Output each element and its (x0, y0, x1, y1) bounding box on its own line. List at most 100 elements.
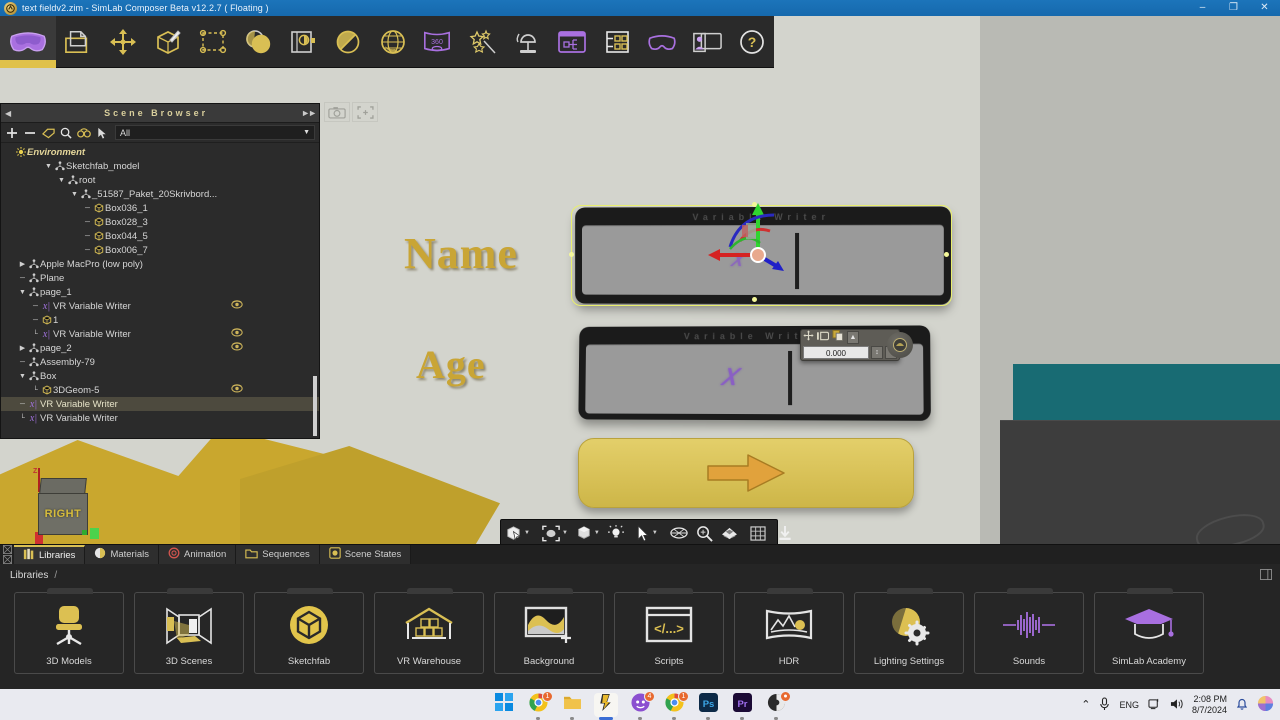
fit-view-button[interactable]: ▼ (538, 519, 572, 544)
chevron-down-icon[interactable]: ▼ (303, 129, 310, 136)
add-node-button[interactable] (5, 126, 19, 140)
scene-tree-item[interactable]: ▼_51587_Paket_20Skrivbord... (1, 187, 319, 201)
tree-expander-icon[interactable]: ▼ (44, 163, 53, 170)
selection-handle[interactable] (569, 252, 574, 257)
library-card-sounds[interactable]: Sounds (974, 592, 1084, 674)
scene-tree-item[interactable]: ▼Sketchfab_model (1, 159, 319, 173)
presentation-button[interactable] (684, 16, 729, 68)
scene-tree-item[interactable]: Environment (1, 145, 319, 159)
scene-tree-item[interactable]: ─Box006_7 (1, 243, 319, 257)
selection-handle[interactable] (944, 252, 949, 257)
tree-expander-icon[interactable]: └ (18, 415, 27, 422)
lighting-button[interactable] (505, 16, 550, 68)
clock[interactable]: 2:08 PM 8/7/2024 (1192, 694, 1227, 716)
library-card-background[interactable]: Background (494, 592, 604, 674)
scene-tree-item[interactable]: ─Box028_3 (1, 215, 319, 229)
pointer-tool-button[interactable]: ▼ (632, 519, 662, 544)
texture-button[interactable] (717, 519, 742, 544)
scene-tree-item[interactable]: ▶page_2 (1, 341, 319, 355)
maximize-button[interactable]: ❐ (1218, 0, 1249, 16)
scene-tree-item[interactable]: ▶Apple MacPro (low poly) (1, 257, 319, 271)
library-card-3d-scenes[interactable]: 3D Scenes (134, 592, 244, 674)
spinner-button[interactable]: ↕ (871, 346, 883, 359)
file-explorer-button[interactable] (560, 693, 584, 717)
tab-libraries[interactable]: Libraries (14, 545, 85, 564)
scene-tree-item[interactable]: └3DGeom-5 (1, 383, 319, 397)
scene-tree-item[interactable]: ▼page_1 (1, 285, 319, 299)
library-card-scripts[interactable]: </...>Scripts (614, 592, 724, 674)
globe-button[interactable] (370, 16, 415, 68)
tray-overflow-button[interactable]: ⌃ (1081, 698, 1090, 711)
layout-grid-icon[interactable] (1260, 569, 1272, 583)
tree-expander-icon[interactable]: ▶ (18, 260, 27, 268)
next-arrow-button[interactable] (578, 438, 914, 508)
float-value-widget[interactable]: ▲ 0.000 ↕ ▼ (800, 329, 900, 361)
tree-expander-icon[interactable]: ▼ (70, 191, 79, 198)
library-card-hdr[interactable]: HDR (734, 592, 844, 674)
increment-button[interactable]: ▲ (847, 331, 859, 344)
tree-expander-icon[interactable]: └ (31, 387, 40, 394)
tree-expander-icon[interactable]: ─ (18, 359, 27, 366)
vr-headset-button[interactable] (0, 16, 56, 68)
search-button[interactable] (59, 126, 73, 140)
vr-viewer-button[interactable] (639, 16, 684, 68)
tree-expander-icon[interactable]: └ (31, 331, 40, 338)
tree-expander-icon[interactable]: ▼ (18, 289, 27, 296)
remove-node-button[interactable] (23, 126, 37, 140)
tab-sequences[interactable]: Sequences (236, 545, 320, 564)
nav-cube-front-face[interactable]: RIGHT (38, 493, 88, 535)
minimize-button[interactable]: – (1187, 0, 1218, 16)
chevron-down-icon[interactable]: ▼ (562, 530, 568, 536)
materials-button[interactable] (235, 16, 280, 68)
panel-grip-icon[interactable] (0, 545, 14, 564)
gizmo-center-handle[interactable] (750, 247, 766, 263)
tab-animation[interactable]: Animation (159, 545, 236, 564)
scene-tree-item[interactable]: ─1 (1, 313, 319, 327)
scene-tree-item[interactable]: ─Assembly-79 (1, 355, 319, 369)
breadcrumb-root[interactable]: Libraries (10, 570, 48, 581)
messenger-button[interactable]: 4 (628, 693, 652, 717)
chrome2-button[interactable]: 1 (662, 693, 686, 717)
lighting-button[interactable] (604, 519, 628, 544)
scene-tree-item[interactable]: ▼root (1, 173, 319, 187)
grid-toggle-button[interactable] (746, 519, 770, 544)
tree-expander-icon[interactable]: ─ (18, 275, 27, 282)
tree-expander-icon[interactable]: ─ (83, 205, 92, 212)
scene-tree-item[interactable]: └x|VR Variable Writer (1, 327, 319, 341)
help-button[interactable]: ? (729, 16, 774, 68)
grid-panel-button[interactable] (595, 16, 640, 68)
copilot-icon[interactable] (1257, 695, 1274, 714)
network-icon[interactable] (1148, 698, 1161, 712)
library-card-3d-models[interactable]: 3D Models (14, 592, 124, 674)
navigation-cube[interactable]: Z RIGHT (24, 468, 104, 543)
scene-tree-item[interactable]: ─x|VR Variable Writer (1, 299, 319, 313)
wireframe-button[interactable] (666, 519, 692, 544)
select-region-button[interactable] (191, 16, 236, 68)
catalog-button[interactable] (280, 16, 325, 68)
chevron-down-icon[interactable]: ▼ (594, 530, 600, 536)
pick-button[interactable] (95, 126, 109, 140)
tree-expander-icon[interactable]: ─ (83, 219, 92, 226)
visibility-toggle-icon[interactable] (231, 300, 243, 312)
select-object-button[interactable]: ▼ (501, 519, 534, 544)
chevron-down-icon[interactable]: ▼ (652, 530, 658, 536)
zoom-button[interactable] (692, 519, 717, 544)
visibility-toggle-icon[interactable] (231, 328, 243, 340)
chevron-down-icon[interactable]: ▼ (524, 530, 530, 536)
photoshop-button[interactable]: Ps (696, 693, 720, 717)
flowchart-button[interactable] (550, 16, 595, 68)
speaker-icon[interactable] (1170, 698, 1183, 712)
language-indicator[interactable]: ENG (1119, 700, 1139, 710)
render-button[interactable] (325, 16, 370, 68)
tree-expander-icon[interactable]: ─ (18, 401, 27, 408)
tree-expander-icon[interactable]: ─ (31, 303, 40, 310)
tag-button[interactable] (41, 126, 55, 140)
scene-tree-item[interactable]: ─Box044_5 (1, 229, 319, 243)
library-card-lighting-settings[interactable]: Lighting Settings (854, 592, 964, 674)
filter-dropdown[interactable]: All ▼ (115, 125, 315, 140)
tree-expander-icon[interactable]: ─ (31, 317, 40, 324)
open-file-button[interactable] (56, 16, 101, 68)
nav-cube-top-face[interactable] (39, 478, 87, 494)
chevron-down-icon[interactable] (24, 63, 32, 68)
tree-expander-icon[interactable]: ─ (83, 233, 92, 240)
